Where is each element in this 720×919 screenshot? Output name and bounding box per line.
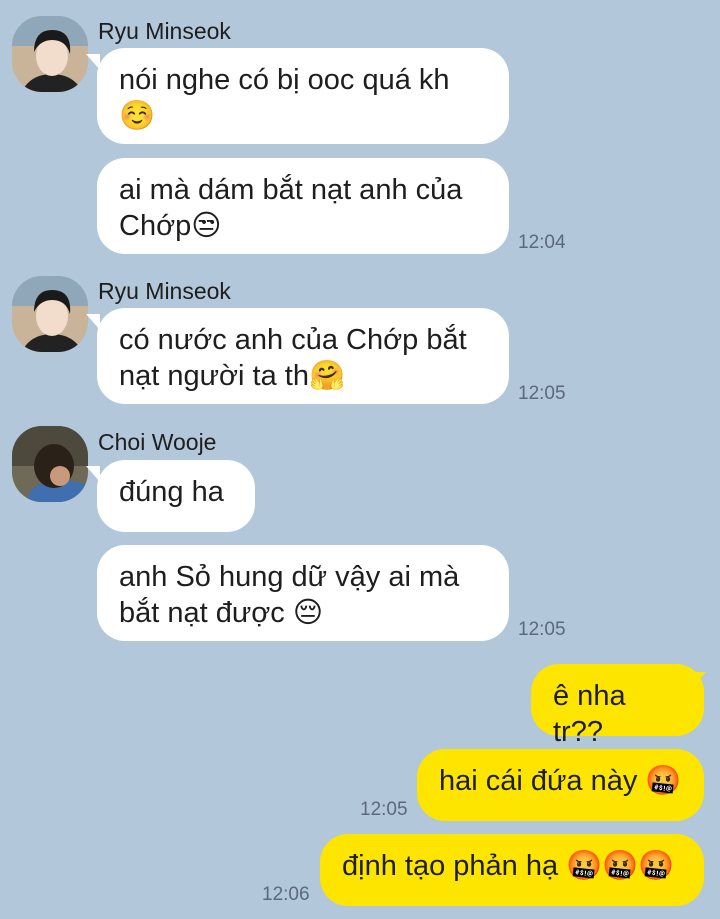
sender-name: Choi Wooje: [98, 429, 217, 455]
message-time: 12:05: [518, 383, 566, 404]
message-bubble[interactable]: có nước anh của Chớp bắt nạt người ta th…: [97, 308, 509, 404]
message-bubble[interactable]: anh Sỏ hung dữ vậy ai mà bắt nạt được 😔: [97, 545, 509, 641]
message-bubble[interactable]: nói nghe có bị ooc quá kh ☺️: [97, 48, 509, 144]
message-time: 12:05: [518, 619, 566, 640]
message-bubble-outgoing[interactable]: hai cái đứa này 🤬: [417, 749, 704, 821]
avatar-ryu-minseok[interactable]: [12, 16, 88, 92]
avatar-choi-wooje[interactable]: [12, 426, 88, 502]
profile-photo-icon: [12, 426, 88, 502]
message-time: 12:06: [262, 884, 310, 905]
message-bubble-outgoing[interactable]: định tạo phản hạ 🤬🤬🤬: [320, 834, 704, 906]
message-bubble[interactable]: đúng ha: [97, 460, 255, 532]
profile-photo-icon: [12, 276, 88, 352]
profile-photo-icon: [12, 16, 88, 92]
sender-name: Ryu Minseok: [98, 18, 231, 44]
message-bubble[interactable]: ai mà dám bắt nạt anh của Chớp😒: [97, 158, 509, 254]
message-time: 12:04: [518, 232, 566, 253]
chat-message-list[interactable]: Ryu Minseok nói nghe có bị ooc quá kh ☺️…: [0, 0, 720, 919]
avatar-ryu-minseok[interactable]: [12, 276, 88, 352]
sender-name: Ryu Minseok: [98, 278, 231, 304]
message-time: 12:05: [360, 799, 408, 820]
message-bubble-outgoing[interactable]: ê nha tr??: [531, 664, 704, 748]
